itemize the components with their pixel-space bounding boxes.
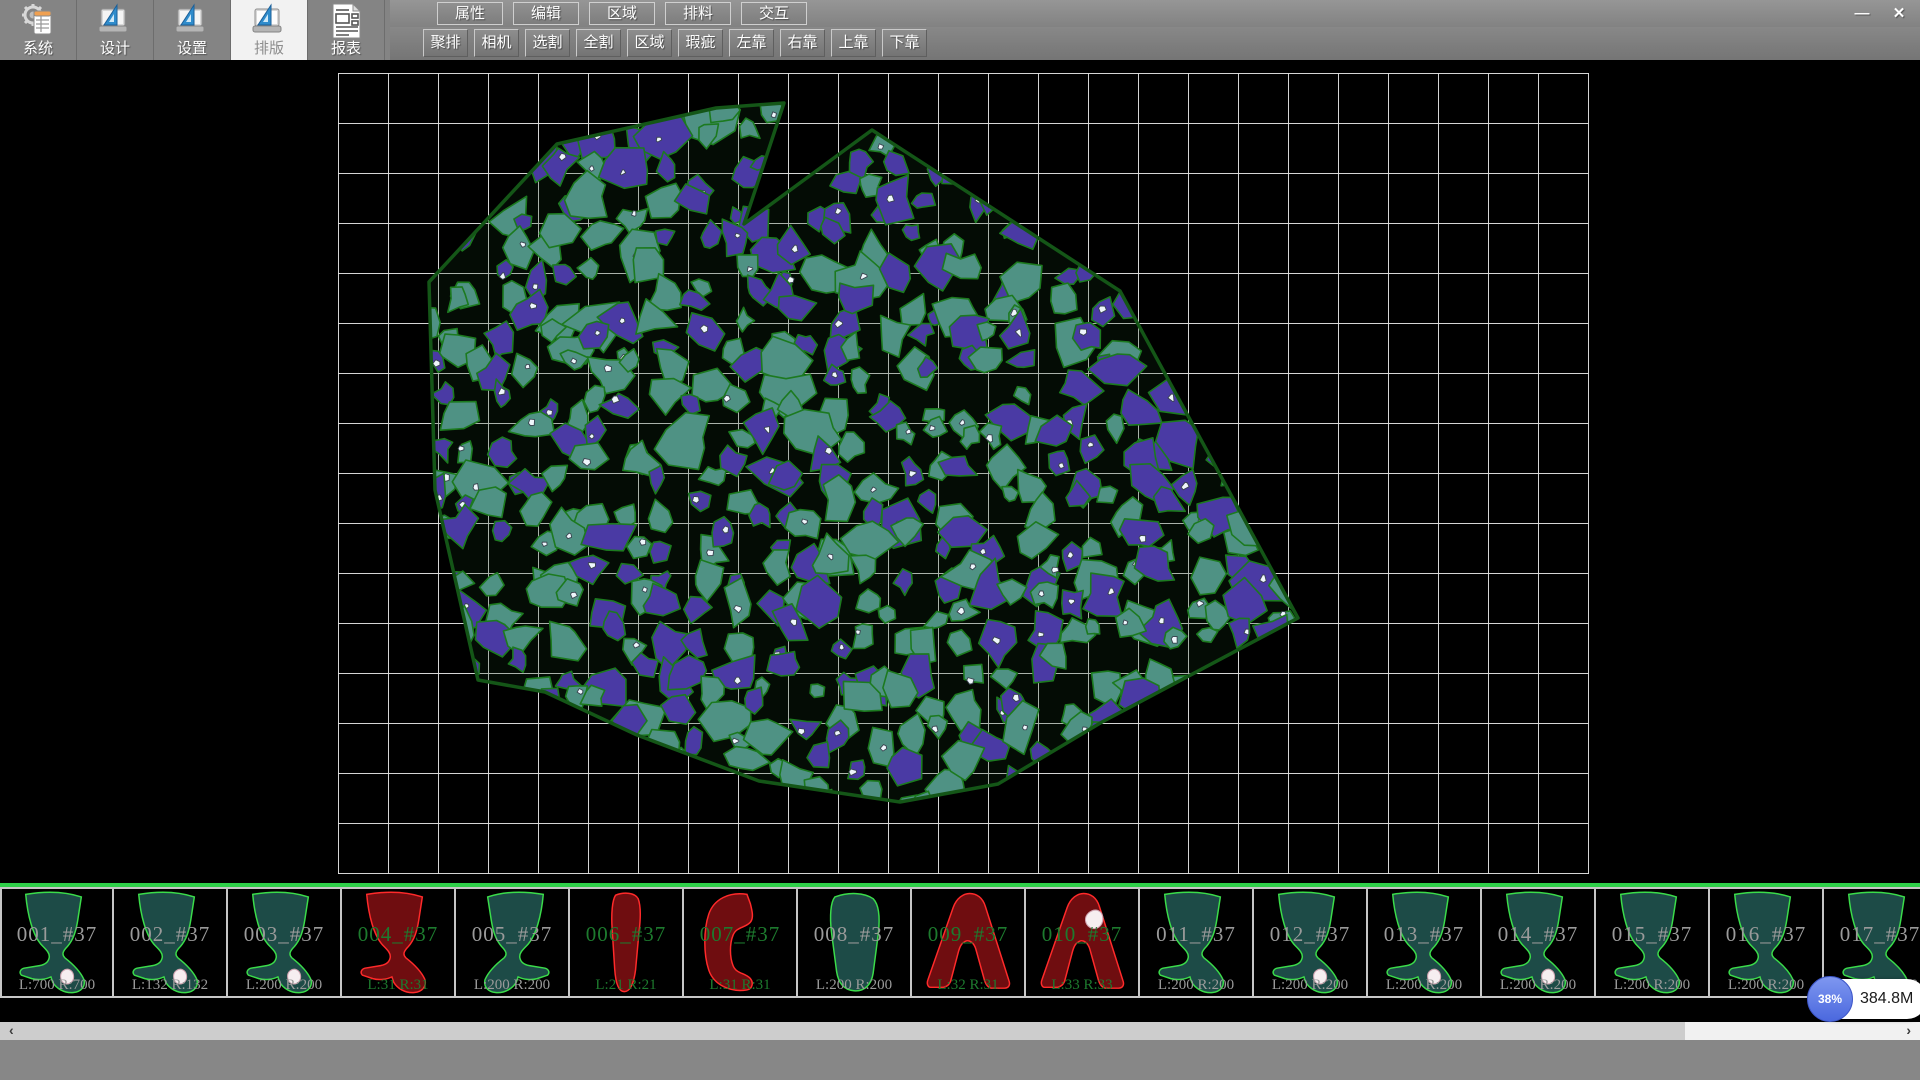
piece-shape [1607, 890, 1697, 996]
app-tab-label: 设置 [177, 40, 207, 58]
app-tab-design-ruler[interactable]: 设计 [77, 0, 154, 60]
tool-button[interactable]: 右靠 [780, 29, 825, 57]
app-tab-label: 报表 [331, 40, 361, 58]
design-ruler-icon [96, 2, 134, 40]
tool-button[interactable]: 相机 [474, 29, 519, 57]
app-tab-report-doc[interactable]: 报表 [308, 0, 385, 60]
piece-thumbnail[interactable]: 003_#37L:200 R:200 [228, 887, 342, 998]
piece-thumbnail[interactable]: 007_#37L:31 R:31 [684, 887, 798, 998]
app-tab-label: 排版 [254, 40, 284, 58]
tool-button[interactable]: 下靠 [882, 29, 927, 57]
window-controls: — ✕ [1845, 2, 1916, 25]
piece-shape [239, 890, 329, 996]
pieces-strip: 001_#37L:700 R:700002_#37L:132 R:132003_… [0, 883, 1920, 1002]
piece-shape [1721, 890, 1811, 996]
horizontal-scrollbar[interactable]: ‹ › [0, 1022, 1920, 1040]
tool-button[interactable]: 聚排 [423, 29, 468, 57]
piece-thumbnail[interactable]: 009_#37L:32 R:31 [912, 887, 1026, 998]
nesting-ruler-icon [250, 2, 288, 40]
progress-percent: 38% [1818, 992, 1842, 1006]
piece-shape [125, 890, 215, 996]
progress-circle: 38% [1807, 976, 1853, 1022]
system-gear-icon [19, 2, 57, 40]
piece-thumbnail[interactable]: 015_#37L:200 R:200 [1596, 887, 1710, 998]
piece-shape [695, 890, 785, 996]
app-tab-settings-ruler[interactable]: 设置 [154, 0, 231, 60]
piece-thumbnail[interactable]: 006_#37L:21 R:21 [570, 887, 684, 998]
scroll-left-icon[interactable]: ‹ [9, 1022, 14, 1040]
status-bar [0, 1040, 1920, 1080]
piece-thumbnail[interactable]: 014_#37L:200 R:200 [1482, 887, 1596, 998]
scroll-right-icon[interactable]: › [1906, 1022, 1911, 1040]
memory-badge: 38% 384.8M [1810, 979, 1920, 1019]
piece-thumbnail[interactable]: 002_#37L:132 R:132 [114, 887, 228, 998]
report-doc-icon [327, 2, 365, 40]
piece-shape [353, 890, 443, 996]
piece-shape [1037, 890, 1127, 996]
menu-bar: 属性编辑区域排料交互 [437, 2, 807, 25]
app-tab-label: 系统 [23, 40, 53, 58]
scrollbar-thumb[interactable] [0, 1022, 1685, 1040]
app-tab-label: 设计 [100, 40, 130, 58]
tool-button[interactable]: 上靠 [831, 29, 876, 57]
piece-thumbnail[interactable]: 013_#37L:200 R:200 [1368, 887, 1482, 998]
piece-shape [923, 890, 1013, 996]
menu-item[interactable]: 交互 [741, 2, 807, 25]
minimize-icon[interactable]: — [1845, 2, 1879, 25]
piece-shape [12, 890, 102, 996]
memory-value: 384.8M [1860, 990, 1913, 1007]
piece-thumbnail[interactable]: 001_#37L:700 R:700 [0, 887, 114, 998]
tool-button[interactable]: 选割 [525, 29, 570, 57]
menu-item[interactable]: 区域 [589, 2, 655, 25]
tool-button[interactable]: 区域 [627, 29, 672, 57]
piece-thumbnail[interactable]: 010_#37L:33 R:33 [1026, 887, 1140, 998]
piece-thumbnail[interactable]: 008_#37L:200 R:200 [798, 887, 912, 998]
piece-shape [581, 890, 671, 996]
leather-hide[interactable] [338, 73, 1589, 874]
nesting-canvas[interactable] [0, 60, 1920, 883]
app-tab-system-gear[interactable]: 系统 [0, 0, 77, 60]
piece-shape [1493, 890, 1583, 996]
piece-shape [1151, 890, 1241, 996]
app-tab-nesting-ruler[interactable]: 排版 [231, 0, 308, 60]
piece-shape [1379, 890, 1469, 996]
app-toolbar: 系统 设计 设置 排版 报表 [0, 0, 390, 60]
close-icon[interactable]: ✕ [1882, 2, 1916, 25]
menu-item[interactable]: 属性 [437, 2, 503, 25]
settings-ruler-icon [173, 2, 211, 40]
piece-shape [1265, 890, 1355, 996]
tool-button[interactable]: 左靠 [729, 29, 774, 57]
piece-shape [809, 890, 899, 996]
piece-thumbnail[interactable]: 016_#37L:200 R:200 [1710, 887, 1824, 998]
piece-thumbnail[interactable]: 012_#37L:200 R:200 [1254, 887, 1368, 998]
tool-button[interactable]: 瑕疵 [678, 29, 723, 57]
piece-shape [467, 890, 557, 996]
menu-item[interactable]: 排料 [665, 2, 731, 25]
piece-thumbnail[interactable]: 004_#37L:31 R:31 [342, 887, 456, 998]
menu-item[interactable]: 编辑 [513, 2, 579, 25]
piece-thumbnail[interactable]: 011_#37L:200 R:200 [1140, 887, 1254, 998]
piece-thumbnail[interactable]: 005_#37L:200 R:200 [456, 887, 570, 998]
tool-button[interactable]: 全割 [576, 29, 621, 57]
